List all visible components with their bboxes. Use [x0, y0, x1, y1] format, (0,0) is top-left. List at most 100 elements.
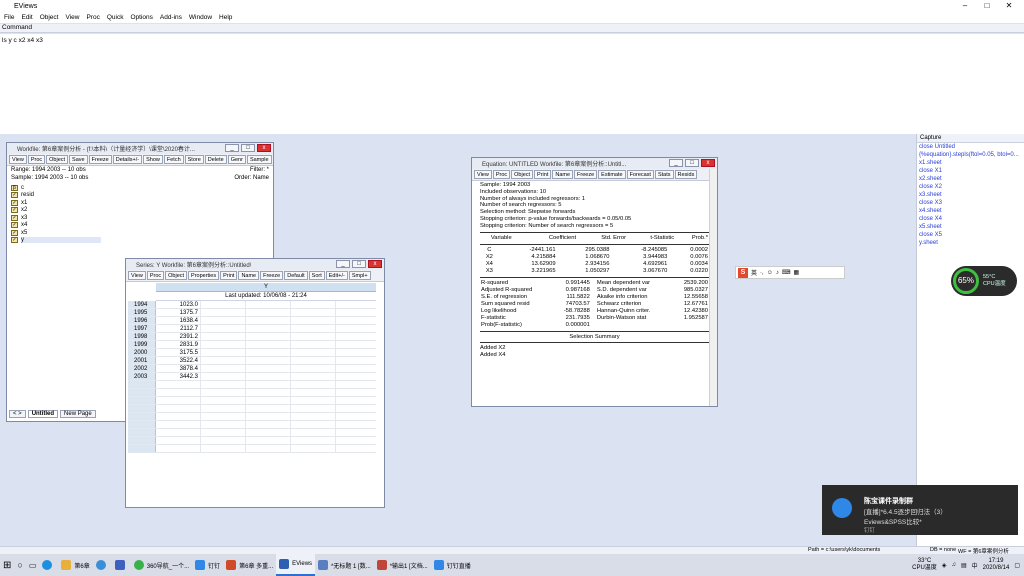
eq-freeze-button[interactable]: Freeze [574, 170, 598, 179]
menu-help[interactable]: Help [219, 14, 232, 21]
table-row[interactable]: 1996 1638.4 [128, 317, 376, 325]
eq-name-button[interactable]: Name [552, 170, 574, 179]
shield-icon[interactable]: ◈ [942, 562, 947, 569]
eq-forecast-button[interactable]: Forecast [626, 170, 654, 179]
wf-freeze-button[interactable]: Freeze [88, 155, 112, 164]
taskbar-item[interactable]: 钉钉 [192, 554, 223, 576]
series-object-button[interactable]: Object [165, 271, 188, 280]
capture-line[interactable]: x3.sheet [917, 191, 1024, 199]
series-properties-button[interactable]: Properties [188, 271, 220, 280]
workfile-titlebar[interactable]: Workfile: 第6章案例分析 - (f:\本料\（计量经济学）\课堂\20… [7, 143, 273, 154]
wf-filter[interactable]: Filter: * [250, 166, 269, 174]
table-row[interactable]: 1999 2831.9 [128, 341, 376, 349]
menu-window[interactable]: Window [189, 14, 212, 21]
menu-options[interactable]: Options [130, 14, 152, 21]
punctuation-icon[interactable]: ·, [760, 270, 764, 276]
wf-delete-button[interactable]: Delete [204, 155, 227, 164]
wf-object-button[interactable]: Object [46, 155, 69, 164]
wf-proc-button[interactable]: Proc [27, 155, 46, 164]
table-row[interactable]: 2003 3442.3 [128, 373, 376, 381]
edge-icon[interactable] [39, 554, 58, 576]
series-freeze-button[interactable]: Freeze [260, 271, 284, 280]
taskbar-item[interactable]: 第6章 多重... [223, 554, 276, 576]
start-button[interactable]: ⊞ [0, 554, 14, 576]
notification-toast[interactable]: 陈宝课件录制群 [直播]*6.4.5逐步回归法（3） Eviews&SPSS比较… [822, 485, 1018, 535]
series-edit-button[interactable]: Edit+/- [325, 271, 348, 280]
toolbox-icon[interactable]: ▦ [794, 269, 800, 276]
eq-estimate-button[interactable]: Estimate [598, 170, 626, 179]
capture-line[interactable]: close X3 [917, 199, 1024, 207]
series-sort-button[interactable]: Sort [308, 271, 325, 280]
capture-line[interactable]: x1.sheet [917, 159, 1024, 167]
list-item[interactable]: ✓ x1 [11, 199, 269, 207]
ime-indicator[interactable]: 中 [972, 561, 978, 570]
equation-output[interactable]: Sample: 1994 2003 Included observations:… [472, 181, 717, 401]
list-item[interactable]: ✓ x4 [11, 222, 269, 230]
series-view-button[interactable]: View [128, 271, 146, 280]
maximize-button[interactable]: □ [976, 0, 998, 12]
capture-line[interactable]: x4.sheet [917, 207, 1024, 215]
series-titlebar[interactable]: Series: Y Workfile: 第6章案例分析::Untitled\ _… [126, 259, 384, 270]
maximize-icon[interactable]: □ [685, 159, 699, 167]
taskbar-item[interactable]: 第6章 [58, 554, 92, 576]
capture-line[interactable]: close X2 [917, 183, 1024, 191]
series-print-button[interactable]: Print [220, 271, 238, 280]
eq-object-button[interactable]: Object [511, 170, 534, 179]
wf-view-button[interactable]: View [9, 155, 27, 164]
menu-quick[interactable]: Quick [107, 14, 124, 21]
taskview-button[interactable]: ▭ [26, 554, 40, 576]
table-row[interactable]: 2001 3522.4 [128, 357, 376, 365]
eq-resids-button[interactable]: Resids [674, 170, 698, 179]
menu-addins[interactable]: Add-ins [160, 14, 182, 21]
network-icon[interactable]: ▤ [961, 562, 967, 569]
column-header-y[interactable]: Y [156, 283, 376, 292]
app-icon[interactable] [112, 554, 131, 576]
list-item[interactable]: ✓ x3 [11, 214, 269, 222]
series-smpl-button[interactable]: Smpl+ [348, 271, 371, 280]
wf-save-button[interactable]: Save [69, 155, 88, 164]
taskbar-item[interactable]: *无标题 1 [数... [315, 554, 374, 576]
tab-nav-arrows[interactable]: < > [9, 410, 26, 418]
capture-line[interactable]: {%equation}.stepls(ftol=0.05, btol=0... [917, 151, 1024, 159]
taskbar-item[interactable]: 360导航_一个... [131, 554, 192, 576]
volume-icon[interactable]: ♫ [951, 562, 956, 568]
emoji-icon[interactable]: ☺ [767, 270, 773, 276]
wf-sample[interactable]: Sample: 1994 2003 -- 10 obs [11, 174, 88, 182]
menu-edit[interactable]: Edit [21, 14, 32, 21]
capture-line[interactable]: x5.sheet [917, 223, 1024, 231]
maximize-icon[interactable]: □ [352, 260, 366, 268]
list-item[interactable]: βc [11, 184, 269, 192]
keyboard-icon[interactable]: ⌨ [782, 269, 791, 276]
series-default-select[interactable]: Default [284, 271, 308, 280]
equation-titlebar[interactable]: Equation: UNTITLED Workfile: 第6章案例分析::Un… [472, 158, 717, 169]
taskbar-item[interactable]: 钉钉直播 [431, 554, 474, 576]
close-icon[interactable]: x [257, 144, 271, 152]
table-row[interactable]: 1995 1375.7 [128, 309, 376, 317]
table-row[interactable]: 1997 2112.7 [128, 325, 376, 333]
clock-time[interactable]: 17:19 [983, 558, 1010, 565]
close-icon[interactable]: x [368, 260, 382, 268]
wf-store-button[interactable]: Store [184, 155, 204, 164]
series-name-button[interactable]: Name [238, 271, 260, 280]
eq-stats-button[interactable]: Stats [654, 170, 674, 179]
capture-line[interactable]: close Untitled [917, 143, 1024, 151]
table-row[interactable]: 1994 1023.0 [128, 301, 376, 309]
list-item[interactable]: ✓ resid [11, 192, 269, 200]
table-row[interactable]: 2002 3878.4 [128, 365, 376, 373]
clock-date[interactable]: 2020/8/14 [983, 565, 1010, 572]
wf-order[interactable]: Order: Name [234, 174, 269, 182]
table-row[interactable]: 2000 3175.5 [128, 349, 376, 357]
minimize-icon[interactable]: _ [669, 159, 683, 167]
chrome-icon[interactable] [93, 554, 112, 576]
menu-object[interactable]: Object [40, 14, 59, 21]
capture-line[interactable]: y.sheet [917, 239, 1024, 247]
wf-details-button[interactable]: Details+/- [112, 155, 143, 164]
series-proc-button[interactable]: Proc [146, 271, 165, 280]
wf-sample-button[interactable]: Sample [246, 155, 272, 164]
ime-toolbar[interactable]: S 英 ·, ☺ ♪ ⌨ ▦ [735, 266, 845, 279]
wf-range[interactable]: Range: 1994 2003 -- 10 obs [11, 166, 86, 174]
tray-temp[interactable]: 33°C [912, 558, 937, 565]
capture-line[interactable]: close X1 [917, 167, 1024, 175]
taskbar-item[interactable]: *输出1 [文档... [374, 554, 431, 576]
eq-view-button[interactable]: View [474, 170, 492, 179]
